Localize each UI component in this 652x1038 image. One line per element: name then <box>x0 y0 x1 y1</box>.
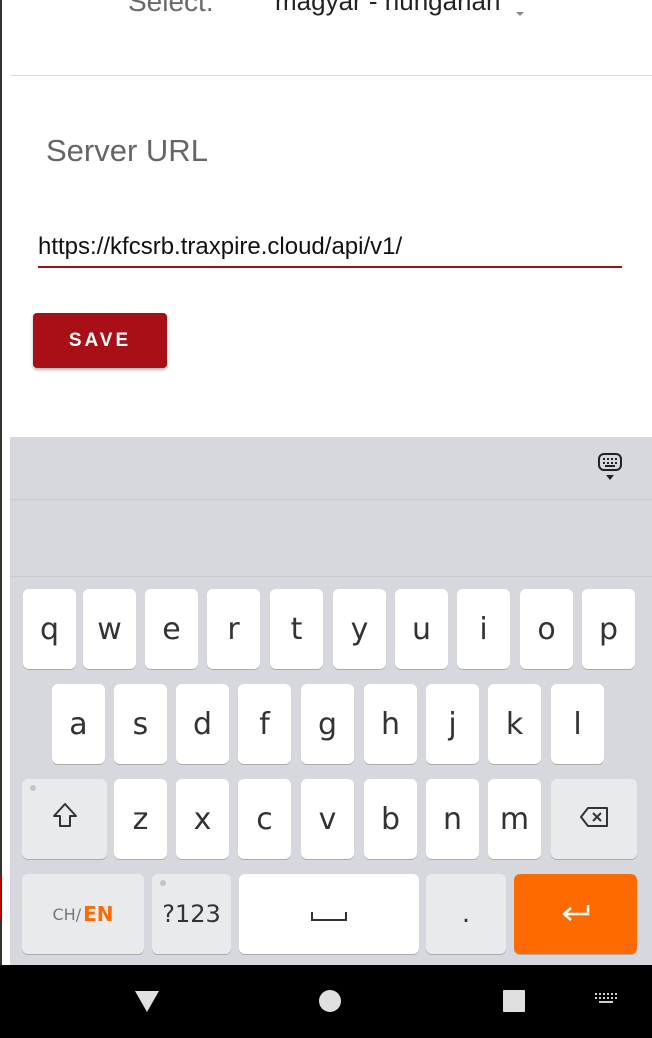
space-icon <box>309 897 349 932</box>
enter-icon <box>559 897 593 932</box>
system-navigation-bar <box>0 965 652 1038</box>
language-label: Select: <box>128 0 214 17</box>
key-v[interactable]: v <box>301 779 354 859</box>
key-p[interactable]: p <box>582 589 635 669</box>
enter-key[interactable] <box>514 874 637 954</box>
language-switch-key[interactable]: CH/EN <box>22 874 144 954</box>
long-press-dot <box>160 880 166 886</box>
key-o[interactable]: o <box>520 589 573 669</box>
dropdown-caret-icon[interactable] <box>516 12 524 16</box>
key-j[interactable]: j <box>426 684 479 764</box>
key-r[interactable]: r <box>207 589 260 669</box>
key-q[interactable]: q <box>23 589 76 669</box>
language-active: EN <box>83 902 114 926</box>
key-c[interactable]: c <box>238 779 291 859</box>
left-edge <box>0 0 2 965</box>
keyboard-switch-icon[interactable] <box>595 993 617 1012</box>
key-z[interactable]: z <box>114 779 167 859</box>
shift-icon <box>51 801 79 837</box>
key-t[interactable]: t <box>270 589 323 669</box>
key-s[interactable]: s <box>114 684 167 764</box>
key-i[interactable]: i <box>457 589 510 669</box>
keyboard-hide-icon[interactable] <box>597 452 623 482</box>
space-key[interactable] <box>239 874 419 954</box>
key-u[interactable]: u <box>395 589 448 669</box>
server-url-label: Server URL <box>46 133 208 168</box>
long-press-dot <box>30 785 36 791</box>
section-divider <box>10 75 652 76</box>
home-icon[interactable] <box>318 989 342 1018</box>
recents-icon[interactable] <box>503 990 525 1017</box>
back-icon[interactable] <box>133 988 161 1019</box>
language-dropdown-value[interactable]: magyar - hungarian <box>275 0 500 17</box>
symbols-label: ?123 <box>162 900 221 928</box>
key-m[interactable]: m <box>488 779 541 859</box>
key-h[interactable]: h <box>364 684 417 764</box>
key-y[interactable]: y <box>333 589 386 669</box>
backspace-key[interactable] <box>551 779 637 859</box>
key-k[interactable]: k <box>488 684 541 764</box>
server-url-input[interactable] <box>38 228 622 268</box>
key-e[interactable]: e <box>145 589 198 669</box>
key-b[interactable]: b <box>364 779 417 859</box>
backspace-icon <box>578 802 610 837</box>
suggestion-strip <box>10 500 652 577</box>
key-d[interactable]: d <box>176 684 229 764</box>
language-prefix: CH/ <box>52 904 82 924</box>
symbols-key[interactable]: ?123 <box>152 874 231 954</box>
left-edge-accent <box>0 875 2 920</box>
key-g[interactable]: g <box>301 684 354 764</box>
soft-keyboard: q w e r t y u i o p a s d f g h j k l z … <box>10 437 652 965</box>
save-button[interactable]: SAVE <box>33 313 167 368</box>
language-select-row[interactable]: Select: magyar - hungarian <box>0 0 652 40</box>
key-n[interactable]: n <box>426 779 479 859</box>
key-l[interactable]: l <box>551 684 604 764</box>
period-key[interactable]: . <box>426 874 506 954</box>
shift-key[interactable] <box>22 779 107 859</box>
key-a[interactable]: a <box>52 684 105 764</box>
key-f[interactable]: f <box>238 684 291 764</box>
key-w[interactable]: w <box>83 589 136 669</box>
key-x[interactable]: x <box>176 779 229 859</box>
keyboard-toolbar <box>10 437 652 500</box>
